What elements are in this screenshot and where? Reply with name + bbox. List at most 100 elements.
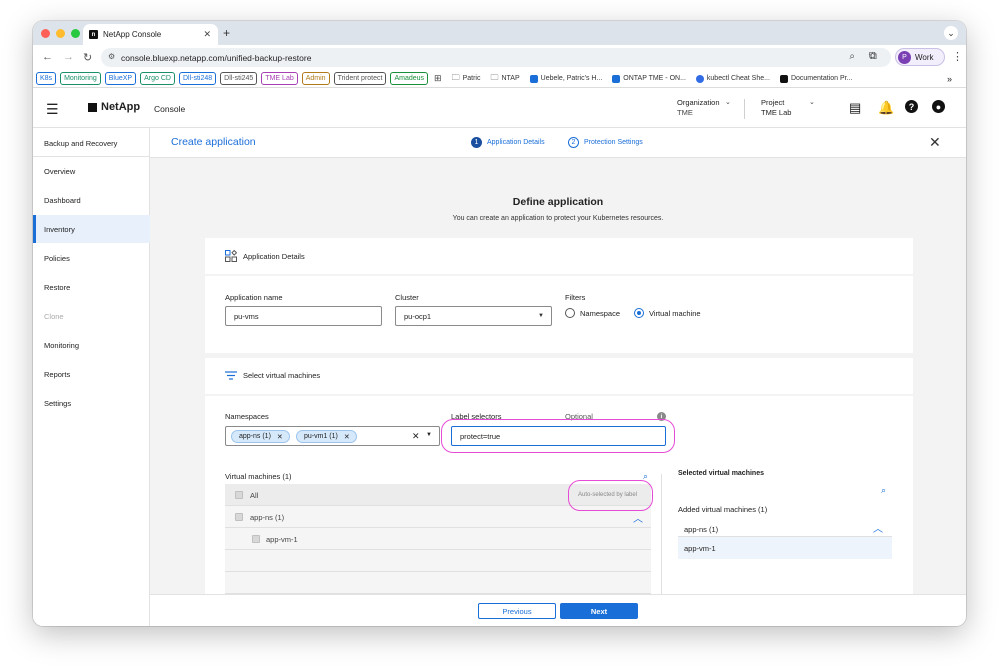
close-tab-icon[interactable]: ✕ xyxy=(203,29,211,40)
caret-down-icon: ▼ xyxy=(538,313,544,319)
profile-avatar: P xyxy=(898,50,911,64)
page-title: Create application xyxy=(171,136,256,148)
pane-divider xyxy=(661,474,662,594)
added-vm-row[interactable]: app-vm-1 xyxy=(678,537,892,559)
namespace-tag[interactable]: app-ns (1) ✕ xyxy=(231,430,290,443)
bookmark-chip[interactable]: Admin xyxy=(301,72,330,85)
bookmark-chip[interactable]: Monitoring xyxy=(60,72,101,85)
filter-lines-icon xyxy=(225,371,237,380)
bookmark-chip[interactable]: Trident protect xyxy=(333,72,387,85)
maximize-window-button[interactable] xyxy=(71,29,80,38)
back-icon[interactable]: ← xyxy=(42,51,53,63)
url-field[interactable]: ⚙ console.bluexp.netapp.com/unified-back… xyxy=(101,48,891,67)
organization-selector[interactable]: Organization TME ⌄ xyxy=(677,98,731,118)
zoom-icon[interactable]: ⌕ xyxy=(849,51,855,62)
user-account-icon[interactable]: ● xyxy=(932,100,945,113)
help-icon[interactable]: ? xyxy=(905,100,918,113)
chevron-up-icon[interactable]: ︿ xyxy=(873,520,883,535)
bookmark-folder[interactable]: 🗀 Patric xyxy=(452,72,481,86)
url-text: console.bluexp.netapp.com/unified-backup… xyxy=(121,52,312,63)
sidebar-item-overview[interactable]: Overview xyxy=(33,157,150,185)
clear-all-icon[interactable]: ✕ xyxy=(412,431,420,442)
site-info-icon[interactable]: ⚙ xyxy=(108,52,115,61)
search-icon[interactable]: ⌕ xyxy=(881,485,886,496)
bookmark-chip[interactable]: K8s xyxy=(36,72,57,85)
app-header: ☰ NetApp Console Organization TME ⌄ Proj… xyxy=(33,88,966,128)
site-favicon-icon xyxy=(612,74,621,83)
bookmark-chip[interactable]: Argo CD xyxy=(140,72,175,85)
wizard-step-1[interactable]: 1 Application Details xyxy=(471,137,545,148)
wizard-step-2[interactable]: 2 Protection Settings xyxy=(568,137,643,148)
sidebar-item-settings[interactable]: Settings xyxy=(33,389,150,417)
address-bar-row: ← → ↻ ⚙ console.bluexp.netapp.com/unifie… xyxy=(33,45,966,70)
close-wizard-icon[interactable]: ✕ xyxy=(929,134,941,151)
previous-button[interactable]: Previous xyxy=(478,603,556,619)
app-name-input[interactable]: pu-vms xyxy=(225,306,382,326)
bookmark-folder[interactable]: 🗀 NTAP xyxy=(490,72,519,86)
filter-namespace-radio[interactable]: Namespace xyxy=(565,308,620,318)
namespace-tag[interactable]: pu-vm1 (1) ✕ xyxy=(296,430,357,443)
bookmark-link[interactable]: kubectl Cheat She... xyxy=(695,74,770,83)
sidebar: Backup and Recovery Overview Dashboard I… xyxy=(33,128,150,626)
main-content: Create application 1 Application Details… xyxy=(150,128,966,626)
step-label: Application Details xyxy=(487,139,545,146)
forward-icon[interactable]: → xyxy=(63,51,74,63)
filter-vm-radio[interactable]: Virtual machine xyxy=(634,308,701,318)
chevron-down-icon: ⌄ xyxy=(725,99,731,106)
reload-icon[interactable]: ↻ xyxy=(83,51,92,64)
bookmark-chip[interactable]: BlueXP xyxy=(104,72,137,85)
sidebar-item-policies[interactable]: Policies xyxy=(33,244,150,272)
netapp-favicon-icon xyxy=(779,74,788,83)
vm-checkbox[interactable] xyxy=(252,535,260,543)
apps-grid-icon[interactable]: ⊞ xyxy=(434,73,442,84)
close-window-button[interactable] xyxy=(41,29,50,38)
select-vms-card: Namespaces app-ns (1) ✕ pu-vm1 (1) ✕ ✕ ▼… xyxy=(205,396,913,594)
notifications-bell-icon[interactable]: 🔔 xyxy=(878,100,894,116)
product-name: Console xyxy=(154,104,186,114)
sidebar-item-clone[interactable]: Clone xyxy=(33,302,150,330)
bookmark-link[interactable]: Uebele, Patric's H... xyxy=(529,74,602,83)
bookmark-link[interactable]: Documentation Pr... xyxy=(779,74,852,83)
sidebar-item-monitoring[interactable]: Monitoring xyxy=(33,331,150,359)
minimize-window-button[interactable] xyxy=(56,29,65,38)
cluster-select[interactable]: pu-ocp1 ▼ xyxy=(395,306,552,326)
sidebar-item-restore[interactable]: Restore xyxy=(33,273,150,301)
sidebar-item-reports[interactable]: Reports xyxy=(33,360,150,388)
application-grid-icon xyxy=(225,250,237,262)
next-button[interactable]: Next xyxy=(560,603,638,619)
step-number: 1 xyxy=(471,137,482,148)
vm-row[interactable]: app-vm-1 xyxy=(225,528,651,550)
sidebar-item-inventory[interactable]: Inventory xyxy=(33,215,150,243)
project-selector[interactable]: Project TME Lab ⌄ xyxy=(761,98,815,118)
remove-tag-icon[interactable]: ✕ xyxy=(277,433,283,442)
bookmark-chip[interactable]: Dll-sti245 xyxy=(220,72,258,85)
sidebar-item-dashboard[interactable]: Dashboard xyxy=(33,186,150,214)
bookmark-chip[interactable]: Dll-sti248 xyxy=(178,72,217,85)
tab-search-icon[interactable]: ⌄ xyxy=(944,26,958,40)
group-checkbox[interactable] xyxy=(235,513,243,521)
namespaces-multiselect[interactable]: app-ns (1) ✕ pu-vm1 (1) ✕ ✕ ▼ xyxy=(225,426,440,446)
bookmark-chip[interactable]: Amadeus xyxy=(390,72,429,85)
workloads-icon[interactable]: ▤ xyxy=(849,100,861,116)
bookmark-link[interactable]: ONTAP TME - ON... xyxy=(612,74,686,83)
selected-vms-title: Selected virtual machines xyxy=(678,470,764,477)
bookmark-chip[interactable]: TME Lab xyxy=(261,72,298,85)
radio-circle-selected xyxy=(634,308,644,318)
browser-menu-icon[interactable]: ⋮ xyxy=(952,50,963,63)
added-vms-title: Added virtual machines (1) xyxy=(678,505,768,514)
filters-label: Filters xyxy=(565,293,586,302)
extensions-icon[interactable]: ⧉ xyxy=(869,50,877,63)
caret-down-icon[interactable]: ▼ xyxy=(426,432,432,438)
all-checkbox[interactable] xyxy=(235,491,243,499)
profile-button[interactable]: P Work xyxy=(895,48,945,66)
bookmarks-overflow-icon[interactable]: » xyxy=(947,74,952,84)
hamburger-menu-icon[interactable]: ☰ xyxy=(46,101,59,118)
select-vms-heading: Select virtual machines xyxy=(225,371,320,380)
browser-tab[interactable]: n NetApp Console ✕ xyxy=(83,24,218,45)
remove-tag-icon[interactable]: ✕ xyxy=(344,433,350,442)
chevron-up-icon[interactable]: ︿ xyxy=(633,510,643,525)
new-tab-icon[interactable]: + xyxy=(223,26,230,40)
section-subheading: You can create an application to protect… xyxy=(452,215,664,222)
netapp-logo[interactable]: NetApp xyxy=(88,101,140,113)
sidebar-title: Backup and Recovery xyxy=(33,128,150,157)
